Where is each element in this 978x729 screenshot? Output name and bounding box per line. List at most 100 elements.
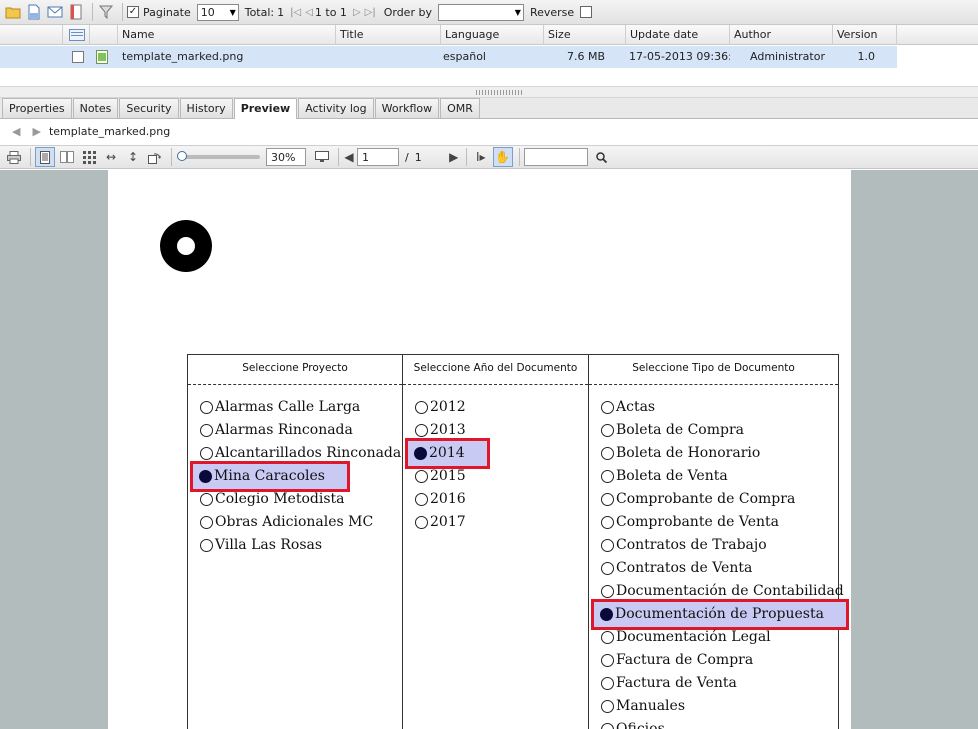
grid-col-language[interactable]: Language bbox=[441, 25, 544, 45]
filter-icon[interactable] bbox=[97, 3, 115, 21]
grid-col-checkbox[interactable] bbox=[63, 25, 90, 45]
form-option: Actas bbox=[601, 397, 655, 418]
chevron-down-icon: ▼ bbox=[514, 7, 521, 17]
main-toolbar: ✓ Paginate 10 ▼ Total: 1 |◁ ◁ 1 to 1 ▷ ▷… bbox=[0, 0, 978, 25]
page-number-input[interactable]: 1 bbox=[357, 148, 399, 166]
reverse-checkbox[interactable] bbox=[580, 6, 593, 18]
prev-page-icon[interactable]: ◁ bbox=[305, 7, 313, 18]
form-option-label: 2014 bbox=[429, 445, 465, 461]
grid-col-version[interactable]: Version bbox=[833, 25, 897, 45]
form-option: Factura de Compra bbox=[601, 650, 753, 671]
form-option-label: Factura de Venta bbox=[616, 675, 737, 691]
form-option-label: Factura de Compra bbox=[616, 652, 754, 668]
radio-empty-icon bbox=[415, 424, 428, 437]
rotate-icon[interactable] bbox=[145, 147, 165, 167]
two-page-icon[interactable] bbox=[57, 147, 77, 167]
form-option-label: 2012 bbox=[430, 399, 466, 415]
radio-empty-icon bbox=[415, 516, 428, 529]
row-name[interactable]: template_marked.png bbox=[122, 46, 243, 68]
radio-empty-icon bbox=[200, 516, 213, 529]
next-page-icon[interactable]: ▷ bbox=[353, 7, 361, 18]
tab-omr[interactable]: OMR bbox=[440, 98, 480, 118]
form-option: Colegio Metodista bbox=[200, 489, 345, 510]
radio-empty-icon bbox=[200, 424, 213, 437]
single-page-icon[interactable] bbox=[35, 147, 55, 167]
fit-width-icon[interactable]: ↔ bbox=[101, 147, 121, 167]
folder-icon[interactable] bbox=[4, 3, 22, 21]
paginate-checkbox[interactable]: ✓ bbox=[127, 6, 139, 18]
grid-col-title[interactable]: Title bbox=[336, 25, 441, 45]
form-option: Contratos de Trabajo bbox=[601, 535, 767, 556]
grid-col-author[interactable]: Author bbox=[730, 25, 833, 45]
form-option: Contratos de Venta bbox=[601, 558, 752, 579]
first-page-icon[interactable]: |◁ bbox=[290, 7, 301, 18]
prev-page-icon[interactable]: ◀ bbox=[343, 147, 355, 167]
preview-filename: template_marked.png bbox=[48, 125, 171, 138]
grid-col-update-date[interactable]: Update date bbox=[626, 25, 730, 45]
form-option-label: Comprobante de Venta bbox=[616, 514, 779, 530]
new-document-icon[interactable] bbox=[25, 3, 43, 21]
hand-pan-icon[interactable]: ✋ bbox=[492, 147, 513, 167]
form-option-label: Documentación Legal bbox=[616, 629, 771, 645]
panel-splitter[interactable] bbox=[0, 86, 978, 98]
zoom-slider[interactable] bbox=[177, 151, 260, 161]
grid-col-icon bbox=[90, 25, 118, 45]
form-column-doctype: Seleccione Tipo de Documento Actas Boleta… bbox=[588, 355, 849, 729]
form-option-label: Obras Adicionales MC bbox=[215, 514, 374, 530]
radio-empty-icon bbox=[601, 585, 614, 598]
document-page: Seleccione Proyecto Alarmas Calle Larga A… bbox=[108, 170, 851, 729]
row-checkbox[interactable] bbox=[72, 51, 84, 63]
form-option: 2015 bbox=[415, 466, 466, 487]
grid-col-name[interactable]: Name bbox=[118, 25, 336, 45]
form-option-label: 2016 bbox=[430, 491, 466, 507]
search-input[interactable] bbox=[523, 148, 588, 166]
tab-activity-log[interactable]: Activity log bbox=[298, 98, 374, 118]
grid-header: Name Title Language Size Update date Aut… bbox=[0, 25, 978, 45]
zoom-slider-handle[interactable] bbox=[177, 151, 187, 161]
form-option-label: Contratos de Venta bbox=[616, 560, 753, 576]
page-size-select[interactable]: 10 ▼ bbox=[196, 3, 239, 21]
radio-empty-icon bbox=[601, 631, 614, 644]
table-row[interactable]: template_marked.png español 7.6 MB 17-05… bbox=[0, 46, 897, 68]
tab-notes[interactable]: Notes bbox=[72, 98, 119, 118]
last-page-icon[interactable]: ▷| bbox=[365, 7, 376, 18]
print-icon[interactable] bbox=[4, 147, 24, 167]
radio-empty-icon bbox=[415, 493, 428, 506]
search-icon[interactable] bbox=[592, 147, 612, 167]
back-arrow-icon[interactable]: ◀ bbox=[12, 125, 20, 138]
forward-arrow-icon[interactable]: ▶ bbox=[32, 125, 40, 138]
form-option-label: Alarmas Rinconada bbox=[215, 422, 353, 438]
radio-empty-icon bbox=[601, 470, 614, 483]
text-select-icon[interactable]: I▸ bbox=[471, 147, 491, 167]
next-page-icon[interactable]: ▶ bbox=[448, 147, 460, 167]
tab-preview[interactable]: Preview bbox=[233, 98, 298, 119]
fit-height-icon[interactable]: ↕ bbox=[123, 147, 143, 167]
row-update-date: 17-05-2013 09:36:1 bbox=[629, 50, 730, 63]
form-column-header: Seleccione Proyecto bbox=[188, 355, 402, 385]
form-option-label: Boleta de Compra bbox=[616, 422, 745, 438]
total-label: Total: bbox=[244, 5, 275, 19]
thumbnails-grid-icon[interactable] bbox=[79, 147, 99, 167]
row-language: español bbox=[443, 50, 486, 63]
tab-security[interactable]: Security bbox=[119, 98, 179, 118]
radio-empty-icon bbox=[601, 562, 614, 575]
tab-workflow[interactable]: Workflow bbox=[374, 98, 440, 118]
notes-icon[interactable] bbox=[67, 3, 85, 21]
form-option: Factura de Venta bbox=[601, 673, 737, 694]
radio-empty-icon bbox=[415, 470, 428, 483]
order-by-select[interactable]: ▼ bbox=[437, 3, 524, 21]
toolbar-separator bbox=[171, 148, 172, 166]
fullscreen-monitor-icon[interactable] bbox=[312, 147, 332, 167]
radio-empty-icon bbox=[200, 539, 213, 552]
splitter-grip-icon[interactable] bbox=[476, 90, 522, 95]
preview-viewport[interactable]: Seleccione Proyecto Alarmas Calle Larga A… bbox=[0, 170, 978, 729]
form-option-label: Contratos de Trabajo bbox=[616, 537, 767, 553]
form-option-label: Alarmas Calle Larga bbox=[215, 399, 361, 415]
tab-history[interactable]: History bbox=[179, 98, 233, 118]
tab-properties[interactable]: Properties bbox=[2, 98, 72, 118]
form-column-project: Seleccione Proyecto Alarmas Calle Larga A… bbox=[188, 355, 402, 729]
mail-icon[interactable] bbox=[46, 3, 64, 21]
radio-filled-icon bbox=[414, 447, 427, 460]
grid-col-size[interactable]: Size bbox=[544, 25, 626, 45]
zoom-input[interactable]: 30% bbox=[266, 148, 306, 166]
